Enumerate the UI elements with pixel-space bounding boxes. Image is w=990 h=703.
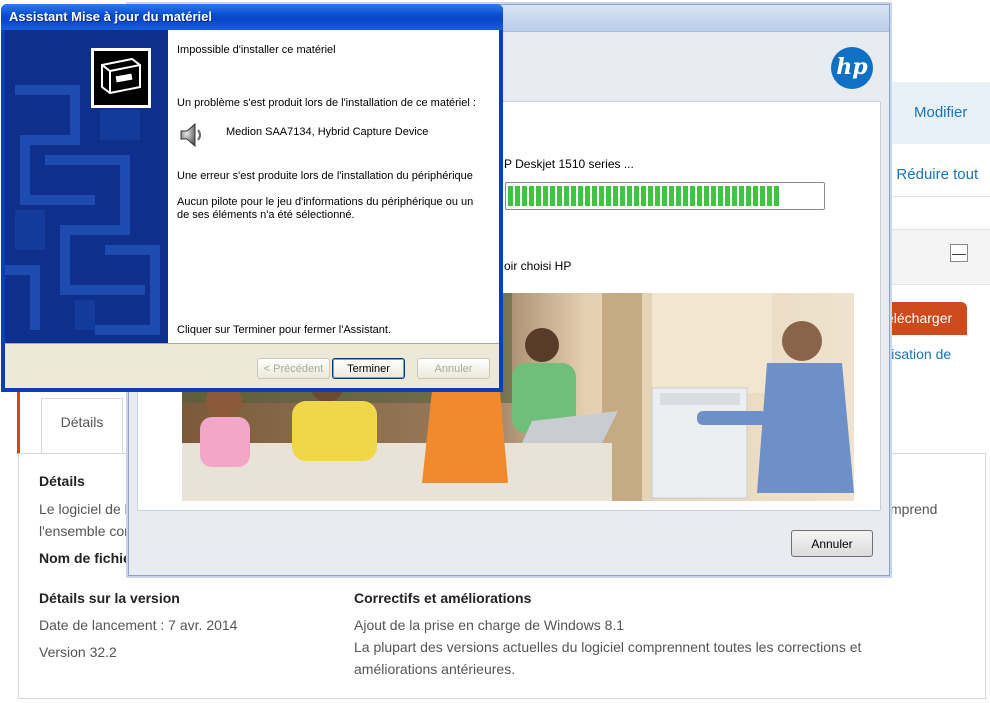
tab-accent-bar — [17, 392, 20, 454]
driver-error-line-1: Aucun pilote pour le jeu d'informations … — [177, 196, 474, 208]
fix-line-2: La plupart des versions actuelles du log… — [354, 639, 862, 655]
wizard-body: Impossible d'installer ce matériel Un pr… — [5, 30, 499, 388]
hp-logo-icon: hp — [831, 47, 873, 89]
finish-button[interactable]: Terminer — [332, 358, 405, 379]
description-text-2: l'ensemble com — [39, 523, 136, 539]
wizard-titlebar[interactable]: Assistant Mise à jour du matériel — [1, 4, 503, 30]
wizard-title: Assistant Mise à jour du matériel — [9, 9, 213, 24]
device-name: Medion SAA7134, Hybrid Capture Device — [226, 126, 429, 138]
progress-fill — [508, 186, 781, 206]
install-progress-bar — [505, 182, 825, 210]
wizard-separator — [5, 343, 499, 344]
details-heading: Détails — [39, 473, 85, 489]
fix-line-1: Ajout de la prise en charge de Windows 8… — [354, 617, 625, 633]
thanks-text: oir choisi HP — [504, 259, 572, 273]
hardware-update-wizard: Assistant Mise à jour du matériel Imposs… — [1, 4, 503, 392]
hardware-wizard-icon — [91, 48, 151, 108]
hp-cancel-button[interactable]: Annuler — [791, 530, 873, 557]
wizard-cancel-button[interactable]: Annuler — [417, 358, 490, 379]
driver-error-line-2: de ses éléments n'a été sélectionné. — [177, 209, 355, 221]
collapse-all-link[interactable]: Réduire tout — [896, 166, 978, 183]
wizard-heading: Impossible d'installer ce matériel — [177, 44, 336, 56]
release-date: Date de lancement : 7 avr. 2014 — [39, 617, 238, 633]
section-header-row — [885, 229, 990, 285]
version-details-heading: Détails sur la version — [39, 590, 180, 606]
usage-terms-link[interactable]: ilisation de — [885, 346, 951, 362]
description-text-end: mprend — [890, 501, 938, 517]
back-button[interactable]: < Précédent — [257, 358, 330, 379]
collapse-section-button[interactable]: — — [950, 244, 968, 262]
tab-details[interactable]: Détails — [41, 398, 123, 454]
filename-label: Nom de fichie — [39, 550, 131, 566]
install-status-text: P Deskjet 1510 series ... — [504, 157, 634, 171]
fixes-heading: Correctifs et améliorations — [354, 590, 532, 606]
wizard-error-text: Une erreur s'est produite lors de l'inst… — [177, 170, 473, 182]
expand-collapse-links: t | Réduire tout — [880, 166, 978, 183]
speaker-icon — [177, 120, 207, 150]
fix-line-3: améliorations antérieures. — [354, 661, 516, 677]
wizard-sidebar — [5, 30, 168, 343]
divider — [885, 196, 990, 197]
description-text: Le logiciel de la — [39, 501, 136, 517]
modify-link[interactable]: Modifier — [914, 104, 967, 121]
wizard-content: Impossible d'installer ce matériel Un pr… — [168, 30, 499, 343]
wizard-problem-text: Un problème s'est produit lors de l'inst… — [177, 97, 476, 109]
finish-hint: Cliquer sur Terminer pour fermer l'Assis… — [177, 324, 392, 336]
version-number: Version 32.2 — [39, 644, 117, 660]
